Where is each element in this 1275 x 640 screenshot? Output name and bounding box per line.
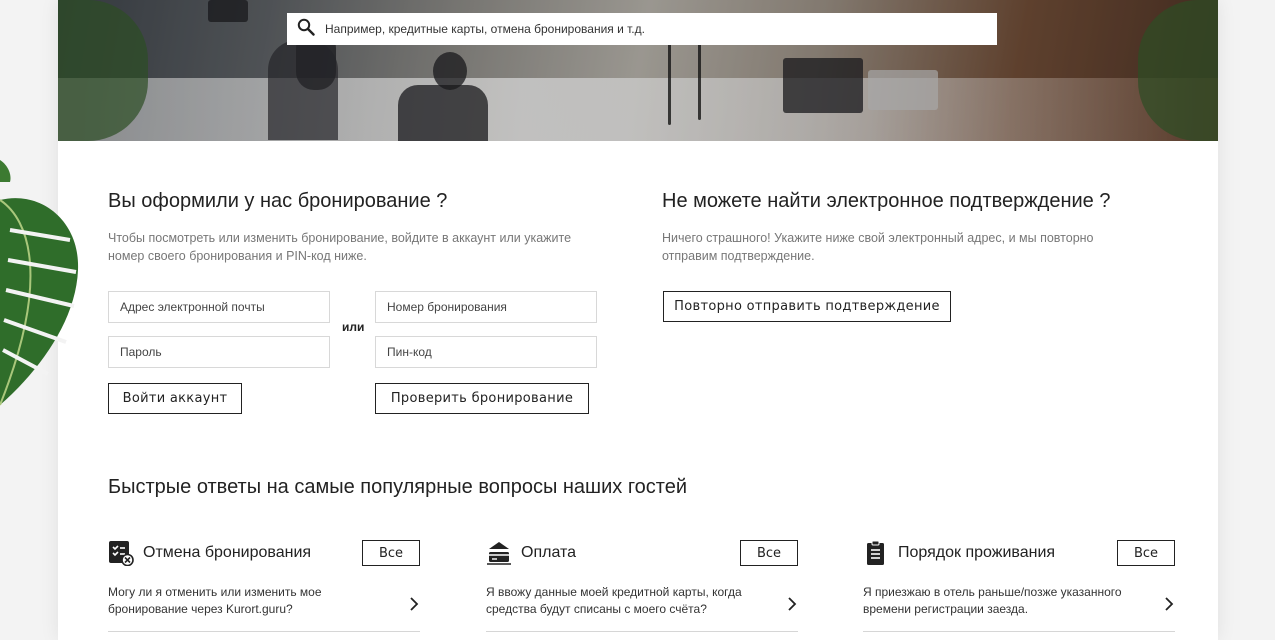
search-icon (297, 18, 315, 41)
chevron-right-icon[interactable] (1163, 596, 1175, 612)
faq-title: Быстрые ответы на самые популярные вопро… (108, 476, 688, 498)
faq-card-title: Оплата (521, 544, 577, 561)
faq-card-title: Отмена бронирования (143, 544, 312, 561)
faq-question-link[interactable]: Я ввожу данные моей кредитной карты, ког… (486, 584, 746, 618)
main-page: Вы оформили у нас бронирование ? Чтобы п… (58, 0, 1218, 640)
resend-confirmation-button[interactable]: Повторно отправить подтверждение (663, 291, 951, 322)
all-button[interactable]: Все (1117, 540, 1175, 566)
faq-question-link[interactable]: Я приезжаю в отель раньше/позже указанно… (863, 584, 1123, 618)
clipboard-icon (863, 540, 889, 566)
faq-card-cancellation: Отмена бронирования Все Могу ли я отмени… (108, 538, 420, 640)
faq-question-link[interactable]: Могу ли я отменить или изменить мое брон… (108, 584, 368, 618)
hero-banner (58, 0, 1218, 141)
confirmation-description: Ничего страшного! Укажите ниже свой элек… (662, 231, 1094, 263)
all-button[interactable]: Все (740, 540, 798, 566)
search-input[interactable] (325, 22, 985, 36)
cancel-booking-icon (108, 540, 134, 567)
confirmation-title: Не можете найти электронное подтверждени… (662, 190, 1111, 212)
booking-number-field[interactable] (375, 291, 597, 323)
divider (863, 631, 1175, 632)
chevron-right-icon[interactable] (786, 596, 798, 612)
decorative-leaf (0, 160, 90, 420)
faq-card-payment: Оплата Все Я ввожу данные моей кредитной… (486, 538, 798, 640)
faq-card-stay-rules: Порядок проживания Все Я приезжаю в отел… (863, 538, 1175, 640)
password-field[interactable] (108, 336, 330, 368)
booking-title: Вы оформили у нас бронирование ? (108, 190, 448, 212)
search-bar (287, 13, 997, 45)
check-booking-button[interactable]: Проверить бронирование (375, 383, 589, 414)
chevron-right-icon[interactable] (408, 596, 420, 612)
confirmation-section: Не можете найти электронное подтверждени… (662, 190, 1162, 265)
pin-field[interactable] (375, 336, 597, 368)
all-button[interactable]: Все (362, 540, 420, 566)
booking-description: Чтобы посмотреть или изменить бронирован… (108, 231, 572, 263)
email-field[interactable] (108, 291, 330, 323)
or-label: или (342, 320, 365, 334)
payment-card-icon (486, 540, 512, 566)
divider (486, 631, 798, 632)
booking-section: Вы оформили у нас бронирование ? Чтобы п… (108, 190, 608, 265)
login-button[interactable]: Войти аккаунт (108, 383, 242, 414)
faq-card-title: Порядок проживания (898, 544, 1056, 561)
divider (108, 631, 420, 632)
